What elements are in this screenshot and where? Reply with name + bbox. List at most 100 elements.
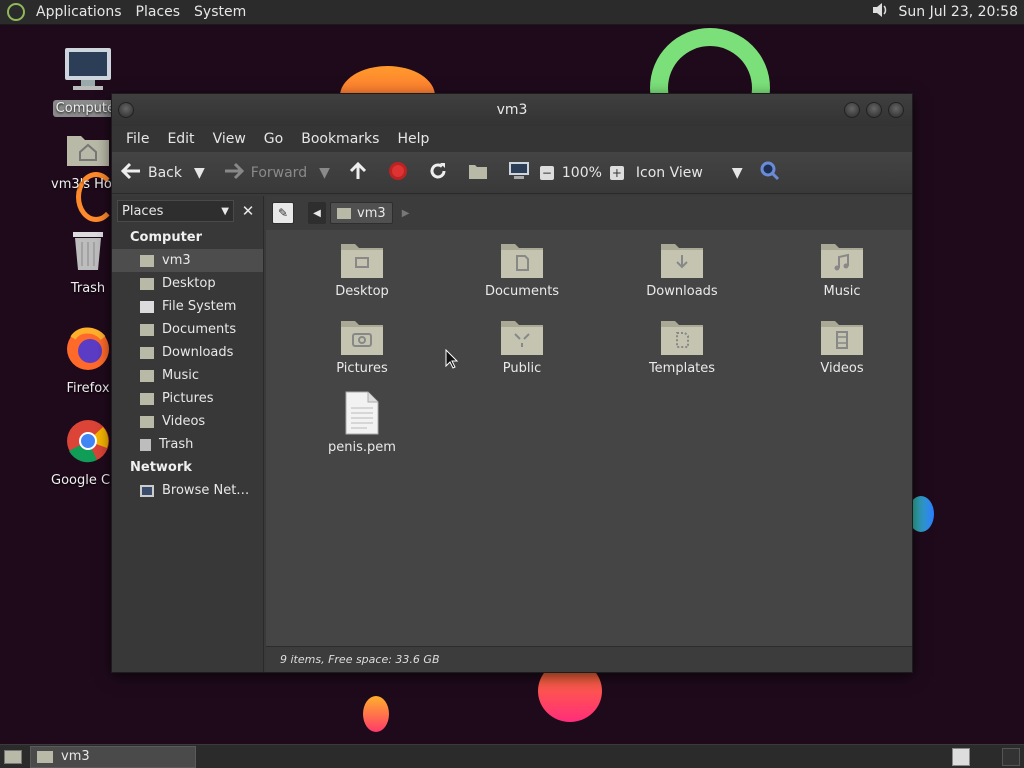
sidebar-item-pictures[interactable]: Pictures bbox=[112, 387, 263, 410]
path-left-button[interactable]: ◀ bbox=[308, 202, 326, 224]
file-item-desktop[interactable]: Desktop bbox=[302, 238, 422, 299]
file-item-downloads[interactable]: Downloads bbox=[622, 238, 742, 299]
home-button[interactable] bbox=[468, 162, 488, 184]
chevron-left-icon: ◀ bbox=[313, 207, 321, 219]
sidebar-item-desktop[interactable]: Desktop bbox=[112, 272, 263, 295]
chevron-down-icon: ▼ bbox=[319, 164, 330, 181]
workspace-1[interactable] bbox=[952, 747, 970, 766]
window-title: vm3 bbox=[496, 102, 528, 118]
desktop-folder-icon bbox=[341, 244, 383, 278]
toggle-location-button[interactable]: ✎ bbox=[272, 202, 294, 224]
workspace-switcher[interactable] bbox=[952, 747, 1020, 766]
view-mode-select[interactable]: Icon View ▼ bbox=[636, 165, 743, 181]
toolbar: Back ▼ Forward ▼ − 100% + Icon View ▼ bbox=[112, 152, 912, 194]
forward-button[interactable]: Forward bbox=[223, 161, 307, 185]
back-label: Back bbox=[148, 164, 182, 181]
menu-applications[interactable]: Applications bbox=[29, 4, 129, 20]
menu-bookmarks[interactable]: Bookmarks bbox=[292, 131, 388, 147]
file-label: Public bbox=[502, 361, 542, 376]
file-item-videos[interactable]: Videos bbox=[782, 315, 902, 376]
search-icon bbox=[759, 160, 781, 186]
pictures-folder-icon bbox=[341, 321, 383, 355]
minimize-button[interactable] bbox=[844, 102, 860, 118]
file-item-music[interactable]: Music bbox=[782, 238, 902, 299]
top-panel: Applications Places System Sun Jul 23, 2… bbox=[0, 0, 1024, 25]
folder-icon bbox=[37, 750, 53, 763]
taskbar-item-label: vm3 bbox=[61, 749, 90, 764]
back-button[interactable]: Back bbox=[120, 161, 182, 185]
menu-file[interactable]: File bbox=[117, 131, 158, 147]
sidebar-item-label: Browse Net… bbox=[162, 483, 250, 498]
path-crumb-vm3[interactable]: vm3 bbox=[330, 202, 393, 224]
sidebar-item-vm3[interactable]: vm3 bbox=[112, 249, 263, 272]
up-button[interactable] bbox=[348, 161, 368, 185]
back-history-dropdown[interactable]: ▼ bbox=[194, 165, 205, 181]
mouse-cursor-icon bbox=[445, 349, 459, 369]
path-right-button[interactable]: ▶ bbox=[397, 202, 415, 224]
computer-button[interactable] bbox=[508, 161, 530, 185]
file-item-penis-pem[interactable]: penis.pem bbox=[302, 390, 422, 455]
sidebar-item-documents[interactable]: Documents bbox=[112, 318, 263, 341]
sidebar-item-label: Trash bbox=[159, 437, 194, 452]
window-menu-button[interactable] bbox=[118, 102, 134, 118]
sidebar-item-label: Videos bbox=[162, 414, 206, 429]
search-button[interactable] bbox=[759, 160, 781, 186]
show-desktop-icon[interactable] bbox=[4, 749, 22, 764]
path-crumb-label: vm3 bbox=[357, 205, 386, 221]
reload-icon bbox=[428, 161, 448, 185]
menu-edit[interactable]: Edit bbox=[158, 131, 203, 147]
zoom-out-button[interactable]: − bbox=[539, 165, 554, 180]
up-arrow-icon bbox=[348, 161, 368, 185]
sidebar-pane-select[interactable]: Places ▼ bbox=[117, 200, 234, 222]
sidebar-item-videos[interactable]: Videos bbox=[112, 410, 263, 433]
reload-button[interactable] bbox=[428, 161, 448, 185]
file-item-documents[interactable]: Documents bbox=[462, 238, 582, 299]
computer-icon bbox=[48, 46, 128, 96]
file-item-pictures[interactable]: Pictures bbox=[302, 315, 422, 376]
sidebar-item-downloads[interactable]: Downloads bbox=[112, 341, 263, 364]
sidebar-item-music[interactable]: Music bbox=[112, 364, 263, 387]
chevron-right-icon: ▶ bbox=[401, 207, 410, 219]
menu-help[interactable]: Help bbox=[388, 131, 438, 147]
view-mode-label: Icon View bbox=[635, 164, 703, 181]
computer-icon bbox=[508, 161, 530, 185]
workspace-2[interactable] bbox=[1002, 747, 1020, 766]
network-icon bbox=[140, 484, 154, 497]
folder-icon bbox=[140, 392, 154, 405]
file-label: Desktop bbox=[335, 284, 389, 299]
stop-button[interactable] bbox=[388, 161, 408, 185]
chevron-down-icon: ▼ bbox=[731, 164, 743, 181]
zoom-in-icon: + bbox=[609, 165, 624, 180]
menu-go[interactable]: Go bbox=[255, 131, 292, 147]
sidebar-header: Places ▼ ✕ bbox=[112, 196, 263, 226]
status-bar: 9 items, Free space: 33.6 GB bbox=[266, 646, 912, 672]
text-file-icon bbox=[345, 391, 379, 435]
sidebar-item-label: Documents bbox=[162, 322, 237, 337]
file-item-public[interactable]: Public bbox=[462, 315, 582, 376]
forward-history-dropdown[interactable]: ▼ bbox=[319, 165, 330, 181]
distro-logo-icon[interactable] bbox=[7, 3, 25, 21]
file-label: Documents bbox=[484, 284, 560, 299]
file-item-templates[interactable]: Templates bbox=[622, 315, 742, 376]
sidebar-item-browse-network[interactable]: Browse Net… bbox=[112, 479, 263, 502]
sidebar-item-file-system[interactable]: File System bbox=[112, 295, 263, 318]
file-label: Downloads bbox=[646, 284, 718, 299]
documents-folder-icon bbox=[501, 244, 543, 278]
menu-view[interactable]: View bbox=[204, 131, 255, 147]
menu-places[interactable]: Places bbox=[129, 4, 188, 20]
taskbar-item-vm3[interactable]: vm3 bbox=[30, 745, 196, 768]
close-button[interactable] bbox=[888, 102, 904, 118]
wallpaper-small-orange-blob bbox=[363, 696, 389, 732]
clock[interactable]: Sun Jul 23, 20:58 bbox=[899, 4, 1019, 20]
sidebar-item-trash[interactable]: Trash bbox=[112, 433, 263, 456]
sidebar-item-label: Downloads bbox=[162, 345, 234, 360]
titlebar[interactable]: vm3 bbox=[112, 94, 912, 126]
volume-icon[interactable] bbox=[871, 1, 889, 23]
close-icon[interactable]: ✕ bbox=[238, 202, 258, 220]
maximize-button[interactable] bbox=[866, 102, 882, 118]
home-folder-icon bbox=[468, 162, 488, 184]
sidebar-item-label: Desktop bbox=[162, 276, 216, 291]
menu-system[interactable]: System bbox=[187, 4, 253, 20]
zoom-in-button[interactable]: + bbox=[609, 165, 624, 180]
home-folder-icon bbox=[140, 254, 154, 267]
